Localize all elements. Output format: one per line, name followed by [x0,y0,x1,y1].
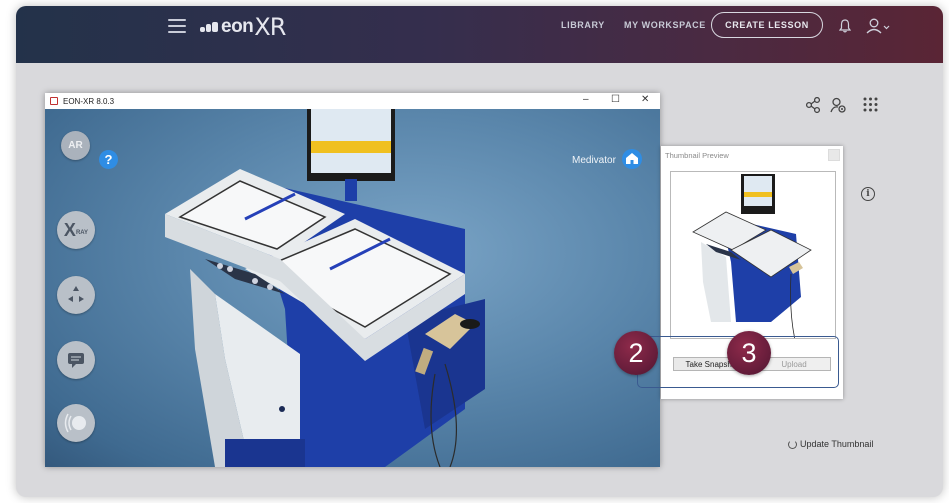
message-icon [68,353,84,368]
explode-icon [68,286,84,302]
dialog-close-button[interactable] [828,149,840,161]
window-title: EON-XR 8.0.3 [63,96,115,106]
window-titlebar: EON-XR 8.0.3 – ☐ ✕ [45,93,660,109]
help-button[interactable]: ? [99,150,118,169]
user-icon[interactable] [866,18,890,34]
bell-icon[interactable] [839,19,851,33]
menu-icon[interactable] [168,19,186,33]
audio-button[interactable] [57,404,95,442]
apps-grid-icon[interactable] [863,97,878,112]
xray-button[interactable]: X RAY [57,211,95,249]
model-name-label: Medivator [572,155,616,166]
refresh-icon [788,439,797,449]
home-icon [626,153,638,164]
dialog-title: Thumbnail Preview [665,151,729,160]
info-icon[interactable]: i [861,187,875,201]
maximize-button[interactable]: ☐ [611,94,620,105]
share-icon[interactable] [805,97,821,113]
medivator-model [165,109,485,467]
thumbnail-image [670,171,836,339]
nav-my-workspace[interactable]: MY WORKSPACE [624,20,706,30]
nav-library[interactable]: LIBRARY [561,20,605,30]
ar-button[interactable]: AR [61,131,90,160]
eonxr-logo[interactable]: eon XR [200,12,286,42]
3d-viewport[interactable]: AR ? X RAY Medivator [45,109,660,467]
logo-mark-icon [200,22,218,32]
app-icon [50,97,58,105]
user-settings-icon[interactable] [830,97,847,114]
create-lesson-button[interactable]: CREATE LESSON [711,12,823,38]
update-thumbnail-label: Update Thumbnail [800,439,874,449]
annotation-button[interactable] [57,341,95,379]
minimize-button[interactable]: – [583,94,589,105]
thumbnail-model-image [692,174,812,338]
update-thumbnail-link[interactable]: Update Thumbnail [788,439,873,449]
xray-label: X [63,219,76,240]
explode-button[interactable] [57,276,95,314]
app-frame: eon XR LIBRARY MY WORKSPACE CREATE LESSO… [16,6,943,497]
sound-wave-icon [64,413,86,433]
eon-xr-app-window: EON-XR 8.0.3 – ☐ ✕ AR ? X RAY Medivator [45,93,660,467]
close-button[interactable]: ✕ [641,94,649,105]
logo-text: eon [221,16,254,37]
xray-sub: RAY [75,230,89,236]
logo-xr: XR [254,13,286,41]
top-nav-bar: eon XR LIBRARY MY WORKSPACE CREATE LESSO… [16,6,943,63]
step-3-badge: 3 [727,331,771,375]
step-2-badge: 2 [614,331,658,375]
home-button[interactable] [622,149,642,169]
